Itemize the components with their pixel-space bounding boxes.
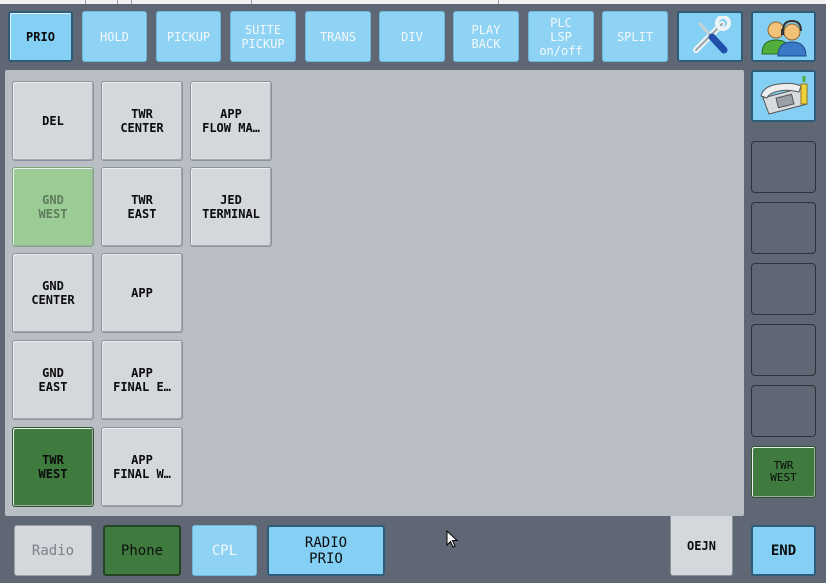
mouse-cursor-icon <box>446 530 459 548</box>
gnd-west-key[interactable]: GND WEST <box>12 167 94 247</box>
twr-east-key[interactable]: TWR EAST <box>101 167 183 247</box>
app-final-w-key[interactable]: APP FINAL W… <box>101 427 183 507</box>
tools-icon <box>693 15 731 53</box>
end-button[interactable]: END <box>751 525 816 576</box>
right-slot-2[interactable] <box>751 202 816 254</box>
gnd-east-key[interactable]: GND EAST <box>12 340 94 420</box>
plc-lsp-button[interactable]: PLC LSP on/off <box>528 11 594 62</box>
hold-button[interactable]: HOLD <box>82 11 147 62</box>
radio-button[interactable]: Radio <box>14 525 92 576</box>
jed-terminal-key[interactable]: JED TERMINAL <box>190 167 272 247</box>
del-key[interactable]: DEL <box>12 81 94 161</box>
telephone-icon <box>759 76 808 115</box>
cpl-button[interactable]: CPL <box>192 525 257 576</box>
app-flow-key[interactable]: APP FLOW MA… <box>190 81 272 161</box>
right-twr-west-key[interactable]: TWR WEST <box>751 446 816 498</box>
prio-button[interactable]: PRIO <box>8 11 73 62</box>
right-slot-4[interactable] <box>751 324 816 376</box>
playback-button[interactable]: PLAY BACK <box>453 11 519 62</box>
split-button[interactable]: SPLIT <box>602 11 668 62</box>
oejn-tab[interactable]: OEJN <box>670 516 733 576</box>
tools-button[interactable] <box>677 11 743 62</box>
phone-button[interactable]: Phone <box>103 525 181 576</box>
suite-pickup-button[interactable]: SUITE PICKUP <box>230 11 296 62</box>
right-slot-3[interactable] <box>751 263 816 315</box>
twr-center-key[interactable]: TWR CENTER <box>101 81 183 161</box>
top-strip <box>0 0 826 4</box>
right-slot-5[interactable] <box>751 385 816 437</box>
users-headset-icon <box>760 19 807 56</box>
trans-button[interactable]: TRANS <box>305 11 371 62</box>
pickup-button[interactable]: PICKUP <box>156 11 221 62</box>
radio-prio-button[interactable]: RADIO PRIO <box>267 525 385 576</box>
right-slot-1[interactable] <box>751 141 816 193</box>
div-button[interactable]: DIV <box>379 11 445 62</box>
app-final-e-key[interactable]: APP FINAL E… <box>101 340 183 420</box>
telephone-button[interactable] <box>751 70 816 122</box>
app-key[interactable]: APP <box>101 253 183 333</box>
gnd-center-key[interactable]: GND CENTER <box>12 253 94 333</box>
users-button[interactable] <box>751 11 816 62</box>
twr-west-key[interactable]: TWR WEST <box>12 427 94 507</box>
